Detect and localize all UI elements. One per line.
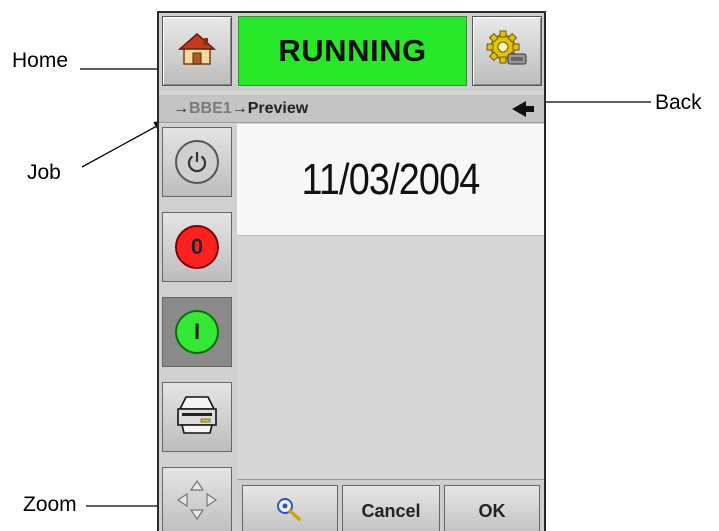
- settings-gear-icon: [484, 30, 530, 73]
- direction-pad-button[interactable]: [162, 467, 232, 531]
- start-icon: I: [175, 310, 219, 354]
- printer-icon: [174, 395, 220, 440]
- status-indicator: RUNNING: [238, 16, 467, 86]
- start-button[interactable]: I: [162, 297, 232, 367]
- cancel-button[interactable]: Cancel: [342, 485, 440, 531]
- direction-pad-icon: [175, 478, 219, 527]
- breadcrumb-current: Preview: [247, 100, 309, 117]
- preview-message-row: 11/03/2004: [237, 124, 544, 236]
- zoom-icon: [275, 496, 305, 527]
- zoom-button[interactable]: [242, 485, 338, 531]
- side-toolbar: 0 I: [159, 124, 237, 531]
- preview-area: 11/03/2004: [237, 124, 544, 479]
- home-button[interactable]: [162, 16, 232, 86]
- job-annotation: Job: [27, 161, 61, 184]
- settings-button[interactable]: [472, 16, 542, 86]
- home-icon: [177, 31, 217, 72]
- power-button[interactable]: [162, 127, 232, 197]
- stop-button[interactable]: 0: [162, 212, 232, 282]
- breadcrumb: →BBE1→Preview: [173, 100, 308, 118]
- ok-button[interactable]: OK: [444, 485, 540, 531]
- power-icon: [175, 140, 219, 184]
- stop-icon: 0: [175, 225, 219, 269]
- breadcrumb-separator: →: [173, 100, 189, 117]
- back-arrow-icon[interactable]: [512, 101, 534, 117]
- printer-touchscreen: RUNNING →BBE1→Preview 0 I 11/03/2004 Can…: [157, 11, 546, 531]
- print-button[interactable]: [162, 382, 232, 452]
- home-annotation: Home: [12, 49, 69, 72]
- top-bar: RUNNING: [159, 13, 544, 91]
- bottom-bar: Cancel OK: [237, 479, 544, 531]
- preview-message: 11/03/2004: [301, 154, 481, 204]
- breadcrumb-job[interactable]: BBE1: [189, 100, 232, 117]
- breadcrumb-separator: →: [231, 100, 248, 117]
- back-annotation: Back: [655, 91, 702, 114]
- zoom-annotation: Zoom: [23, 493, 77, 516]
- job-callout-line: [81, 120, 168, 168]
- breadcrumb-bar: →BBE1→Preview: [159, 95, 544, 123]
